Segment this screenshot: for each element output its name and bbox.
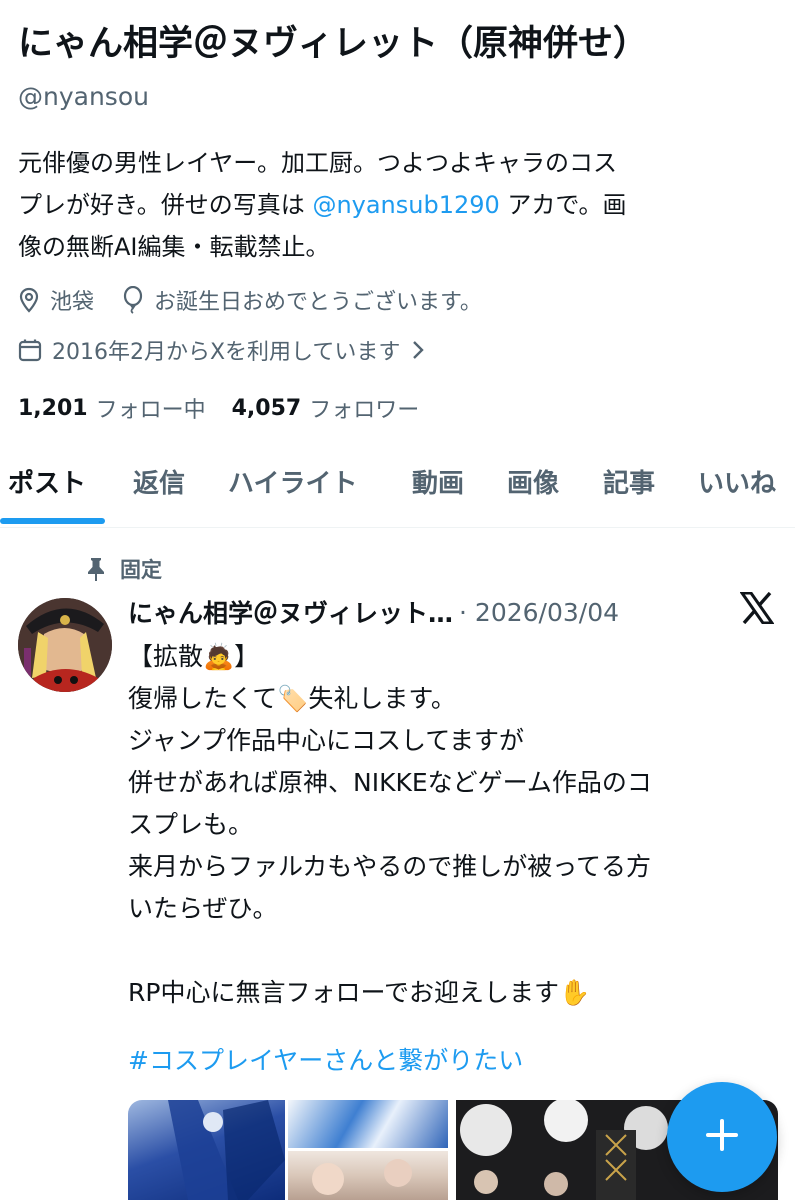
- post-header: にゃん相学＠ヌヴィレット… · 2026/03/04: [128, 588, 619, 636]
- post-media-image[interactable]: [288, 1151, 448, 1200]
- profile-meta-row: 池袋 お誕生日おめでとうございます。: [18, 280, 510, 320]
- compose-post-button[interactable]: [667, 1082, 777, 1192]
- joined-row[interactable]: 2016年2月からXを利用しています: [18, 330, 434, 370]
- bio-line: プレが好き。併せの写真は @nyansub1290 アカで。画: [18, 184, 783, 226]
- location-text: 池袋: [50, 290, 95, 315]
- balloon-icon: [122, 286, 144, 314]
- calendar-icon: [18, 338, 42, 362]
- joined-text: 2016年2月からXを利用しています: [52, 340, 401, 365]
- post-text: 【拡散🙇】 復帰したくて🏷️失礼します。 ジャンプ作品中心にコスしてますが 併せ…: [128, 636, 768, 1014]
- post-line: 来月からファルカもやるので推しが被ってる方: [128, 852, 652, 881]
- tab-highlights[interactable]: ハイライト: [228, 448, 357, 526]
- bio-text: アカで。画: [499, 191, 627, 219]
- post-hashtag-link[interactable]: #コスプレイヤーさんと繋がりたい: [128, 1040, 523, 1082]
- post-line: 復帰したくて🏷️失礼します。: [128, 684, 456, 713]
- profile-handle: @nyansou: [18, 82, 149, 111]
- post-line: RP中心に無言フォローでお迎えします✋: [128, 978, 591, 1007]
- tab-likes[interactable]: いいね: [698, 448, 776, 526]
- tab-posts[interactable]: ポスト: [8, 448, 86, 526]
- follow-stats: 1,201 フォロー中 4,057 フォロワー: [18, 388, 445, 428]
- followers-count[interactable]: 4,057: [232, 396, 302, 421]
- tab-articles[interactable]: 記事: [603, 448, 655, 526]
- bio-line: 像の無断AI編集・転載禁止。: [18, 233, 330, 261]
- following-label[interactable]: フォロー中: [96, 392, 206, 424]
- post-date[interactable]: · 2026/03/04: [459, 598, 619, 627]
- tab-videos[interactable]: 動画: [412, 448, 464, 526]
- post-line: 【拡散🙇】: [128, 642, 260, 671]
- following-count[interactable]: 1,201: [18, 396, 88, 421]
- post-line: ジャンプ作品中心にコスしてますが: [128, 726, 525, 755]
- tab-images[interactable]: 画像: [507, 448, 559, 526]
- pinned-indicator: 固定: [86, 552, 162, 586]
- post-line: いたらぜひ。: [128, 894, 278, 923]
- post-author[interactable]: にゃん相学＠ヌヴィレット…: [128, 594, 453, 630]
- birthday-text: お誕生日おめでとうございます。: [154, 290, 482, 315]
- avatar[interactable]: [18, 598, 112, 692]
- pin-icon: [86, 556, 106, 582]
- chevron-right-icon: [412, 340, 425, 360]
- location-item: 池袋: [18, 284, 94, 316]
- post-media-image[interactable]: [288, 1100, 448, 1148]
- followers-label[interactable]: フォロワー: [309, 392, 419, 424]
- birthday-item: お誕生日おめでとうございます。: [122, 284, 482, 316]
- bio-text: プレが好き。併せの写真は: [18, 191, 313, 219]
- post-line: スプレも。: [128, 810, 254, 839]
- compose-plus-icon: [704, 1117, 740, 1157]
- post-media-image[interactable]: [128, 1100, 285, 1200]
- pinned-label: 固定: [120, 558, 162, 582]
- location-pin-icon: [18, 287, 40, 313]
- profile-tabs: ポスト 返信 ハイライト 動画 画像 記事 いいね: [0, 448, 795, 528]
- profile-display-name: にゃん相学＠ヌヴィレット（原神併せ）: [18, 24, 649, 64]
- bio-mention-link[interactable]: @nyansub1290: [312, 191, 499, 219]
- active-tab-indicator: [0, 518, 105, 524]
- x-logo-icon[interactable]: [739, 591, 775, 628]
- profile-bio: 元俳優の男性レイヤー。加工厨。つよつよキャラのコス プレが好き。併せの写真は @…: [18, 142, 783, 268]
- bio-line: 元俳優の男性レイヤー。加工厨。つよつよキャラのコス: [18, 149, 618, 177]
- tab-replies[interactable]: 返信: [133, 448, 185, 526]
- post-line: 併せがあれば原神、NIKKEなどゲーム作品のコ: [128, 768, 652, 797]
